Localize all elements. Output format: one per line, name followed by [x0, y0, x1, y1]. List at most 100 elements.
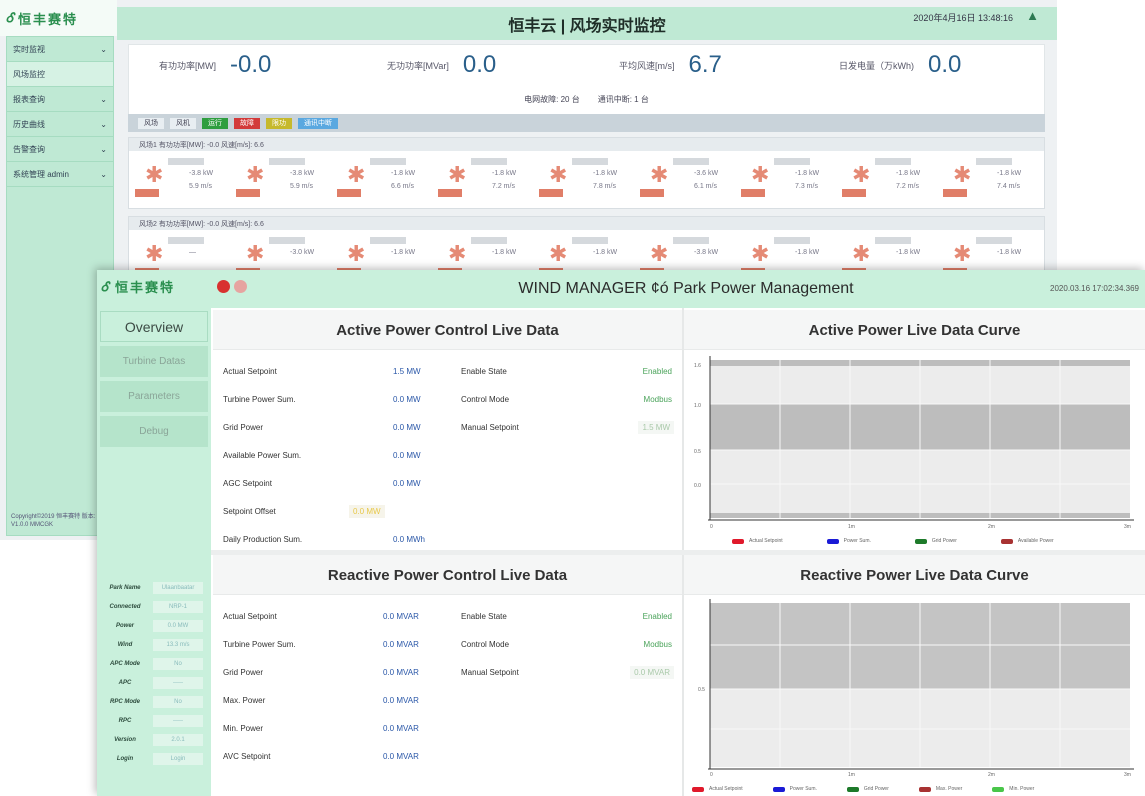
- apc-curve-chart[interactable]: 1.6 1.0 0.5 0.0 0 1m 2m 3m: [692, 354, 1138, 530]
- kpi-label: 无功功率[MVar]: [387, 60, 449, 71]
- legend-item[interactable]: Available Power: [1000, 538, 1054, 544]
- turbine-tile[interactable]: ✱ -3.8 kW 5.9 m/s: [133, 154, 231, 202]
- turbine-wind-speed: 5.9 m/s: [290, 183, 313, 190]
- turbine-tile[interactable]: ✱ -1.8 kW 7.4 m/s: [941, 154, 1039, 202]
- apc-curve-title: Active Power Live Data Curve: [808, 322, 1021, 339]
- field-label: Setpoint Offset: [223, 507, 276, 516]
- legend-item[interactable]: Grid Power: [914, 538, 957, 544]
- filter-running-button[interactable]: 运行: [202, 117, 228, 129]
- turbine-tile[interactable]: ✱ -3.0 kW: [234, 233, 332, 271]
- front-header: Ꮄ 恒丰赛特 WIND MANAGER ¢ó Park Power Manage…: [97, 270, 1145, 308]
- status-row: Wind 13.3 m/s: [97, 635, 211, 654]
- turbine-tile[interactable]: ✱ -1.8 kW: [739, 233, 837, 271]
- nav-turbine-datas[interactable]: Turbine Datas: [100, 346, 208, 377]
- turbine-tile[interactable]: ✱ -1.8 kW 7.3 m/s: [739, 154, 837, 202]
- turbine-fault-badge: [539, 189, 563, 197]
- manual-setpoint-input[interactable]: 0.0 MVAR: [630, 666, 674, 679]
- field-label: Actual Setpoint: [223, 367, 277, 376]
- turbine-power: -1.8 kW: [492, 249, 517, 256]
- legend-item[interactable]: Actual Setpoint: [692, 786, 743, 792]
- status-value: NRP-1: [153, 600, 203, 613]
- apc-curve-panel: Active Power Live Data Curve 1.6 1.0 0.5…: [684, 310, 1145, 550]
- turbine-tile[interactable]: ✱ -1.8 kW: [840, 233, 938, 271]
- nav-overview[interactable]: Overview: [100, 311, 208, 342]
- nav-parameters[interactable]: Parameters: [100, 381, 208, 412]
- legend-item[interactable]: Min. Power: [992, 786, 1034, 792]
- kpi-label: 平均风速[m/s]: [619, 60, 675, 71]
- y-tick: 1.0: [694, 403, 701, 409]
- turbine-id-tag: [168, 237, 204, 244]
- turbine-tile[interactable]: ✱ -1.8 kW 7.2 m/s: [840, 154, 938, 202]
- chevron-icon: ⌄: [100, 44, 107, 54]
- turbine-tile[interactable]: ✱ -3.8 kW 5.9 m/s: [234, 154, 332, 202]
- filter-comm-loss-button[interactable]: 通讯中断: [298, 117, 338, 129]
- kpi-summary: 电网故障: 20 台 通讯中断: 1 台: [129, 94, 1044, 105]
- status-row: Version 2.0.1: [97, 730, 211, 749]
- wind-manager-window: Ꮄ 恒丰赛特 WIND MANAGER ¢ó Park Power Manage…: [97, 270, 1145, 796]
- legend-item[interactable]: Max. Power: [918, 786, 962, 792]
- field-value: 0.0 MVAR: [383, 640, 419, 649]
- sidebar-item-alarms[interactable]: 告警查询 ⌄: [7, 137, 113, 162]
- status-value: -----: [153, 714, 203, 727]
- sidebar-item-admin[interactable]: 系统管理 admin ⌄: [7, 162, 113, 187]
- legend-item[interactable]: Actual Setpoint: [732, 538, 783, 544]
- turbine-tile[interactable]: ✱ -1.8 kW: [436, 233, 534, 271]
- field-label: AGC Setpoint: [223, 479, 272, 488]
- legend-item[interactable]: Grid Power: [846, 786, 889, 792]
- status-value[interactable]: Login: [153, 752, 203, 765]
- legend-item[interactable]: Power Sum.: [826, 538, 871, 544]
- turbine-tile[interactable]: ✱ -3.6 kW 6.1 m/s: [638, 154, 736, 202]
- manual-setpoint-input[interactable]: 1.5 MW: [638, 421, 674, 434]
- turbine-tile[interactable]: ✱ -1.8 kW: [537, 233, 635, 271]
- legend-label: Power Sum.: [843, 538, 871, 544]
- x-tick: 3m: [1124, 772, 1131, 777]
- turbine-id-tag: [269, 158, 305, 165]
- sidebar-item-history[interactable]: 历史曲线 ⌄: [7, 112, 113, 137]
- turbine-wind-speed: 6.6 m/s: [391, 183, 414, 190]
- turbine-fault-badge: [337, 189, 361, 197]
- turbine-row: ✱ — ✱ -3.0 kW ✱ -1.8 kW ✱ -1.8 kW ✱ -1.8 kW ✱ -3.8 …: [129, 230, 1044, 271]
- field-value: 0.0 MW: [393, 479, 421, 488]
- farm-header[interactable]: 风场1 有功功率[MW]: -0.0 风速[m/s]: 6.6: [129, 138, 1044, 151]
- field-value[interactable]: 0.0 MW: [349, 505, 385, 518]
- nav-debug[interactable]: Debug: [100, 416, 208, 447]
- turbine-select[interactable]: 风机: [170, 117, 196, 129]
- farm-panel-1: 风场1 有功功率[MW]: -0.0 风速[m/s]: 6.6 ✱ -3.8 kW…: [128, 137, 1045, 209]
- legend-item[interactable]: Power Sum.: [772, 786, 817, 792]
- turbine-wind-speed: 7.2 m/s: [492, 183, 515, 190]
- kpi-value: 0.0: [928, 51, 962, 78]
- turbine-tile[interactable]: ✱ -1.8 kW: [941, 233, 1039, 271]
- field-value: 0.0 MVAR: [383, 668, 419, 677]
- field-value: 0.0 MVAR: [383, 724, 419, 733]
- farm-select[interactable]: 风场: [138, 117, 164, 129]
- turbine-power: -1.8 kW: [391, 249, 416, 256]
- turbine-fault-badge: [236, 189, 260, 197]
- filter-limited-button[interactable]: 限功: [266, 117, 292, 129]
- turbine-tile[interactable]: ✱ -1.8 kW 6.6 m/s: [335, 154, 433, 202]
- turbine-icon: ✱: [852, 162, 871, 187]
- turbine-power: -3.8 kW: [290, 170, 315, 177]
- turbine-wind-speed: 7.4 m/s: [997, 183, 1020, 190]
- turbine-tile[interactable]: ✱ -1.8 kW 7.8 m/s: [537, 154, 635, 202]
- turbine-tile[interactable]: ✱ -3.8 kW: [638, 233, 736, 271]
- rpc-title: Reactive Power Control Live Data: [327, 567, 568, 584]
- legend-swatch: [1000, 538, 1013, 544]
- status-key: RPC Mode: [110, 698, 140, 705]
- turbine-tile[interactable]: ✱ -1.8 kW 7.2 m/s: [436, 154, 534, 202]
- turbine-id-tag: [774, 158, 810, 165]
- sidebar-item-farm-monitor[interactable]: 风场监控: [7, 62, 113, 87]
- back-logo: Ꮄ 恒丰赛特: [0, 0, 117, 36]
- field-label: Manual Setpoint: [461, 668, 519, 677]
- turbine-tile[interactable]: ✱ —: [133, 233, 231, 271]
- user-icon[interactable]: ▲: [1026, 8, 1039, 23]
- sidebar-item-realtime[interactable]: 实时监视 ⌄: [7, 37, 113, 62]
- sidebar-item-label: 历史曲线: [13, 119, 45, 129]
- sidebar-item-reports[interactable]: 报表查询 ⌄: [7, 87, 113, 112]
- turbine-tile[interactable]: ✱ -1.8 kW: [335, 233, 433, 271]
- rpc-curve-chart[interactable]: 0.5 0 1m 2m 3m: [692, 599, 1138, 777]
- field-label: Control Mode: [461, 640, 510, 649]
- farm-panel-2: 风场2 有功功率[MW]: -0.0 风速[m/s]: 6.6 ✱ — ✱ -3.0 …: [128, 216, 1045, 272]
- filter-fault-button[interactable]: 故障: [234, 117, 260, 129]
- farm-header[interactable]: 风场2 有功功率[MW]: -0.0 风速[m/s]: 6.6: [129, 217, 1044, 230]
- turbine-icon: ✱: [953, 162, 972, 187]
